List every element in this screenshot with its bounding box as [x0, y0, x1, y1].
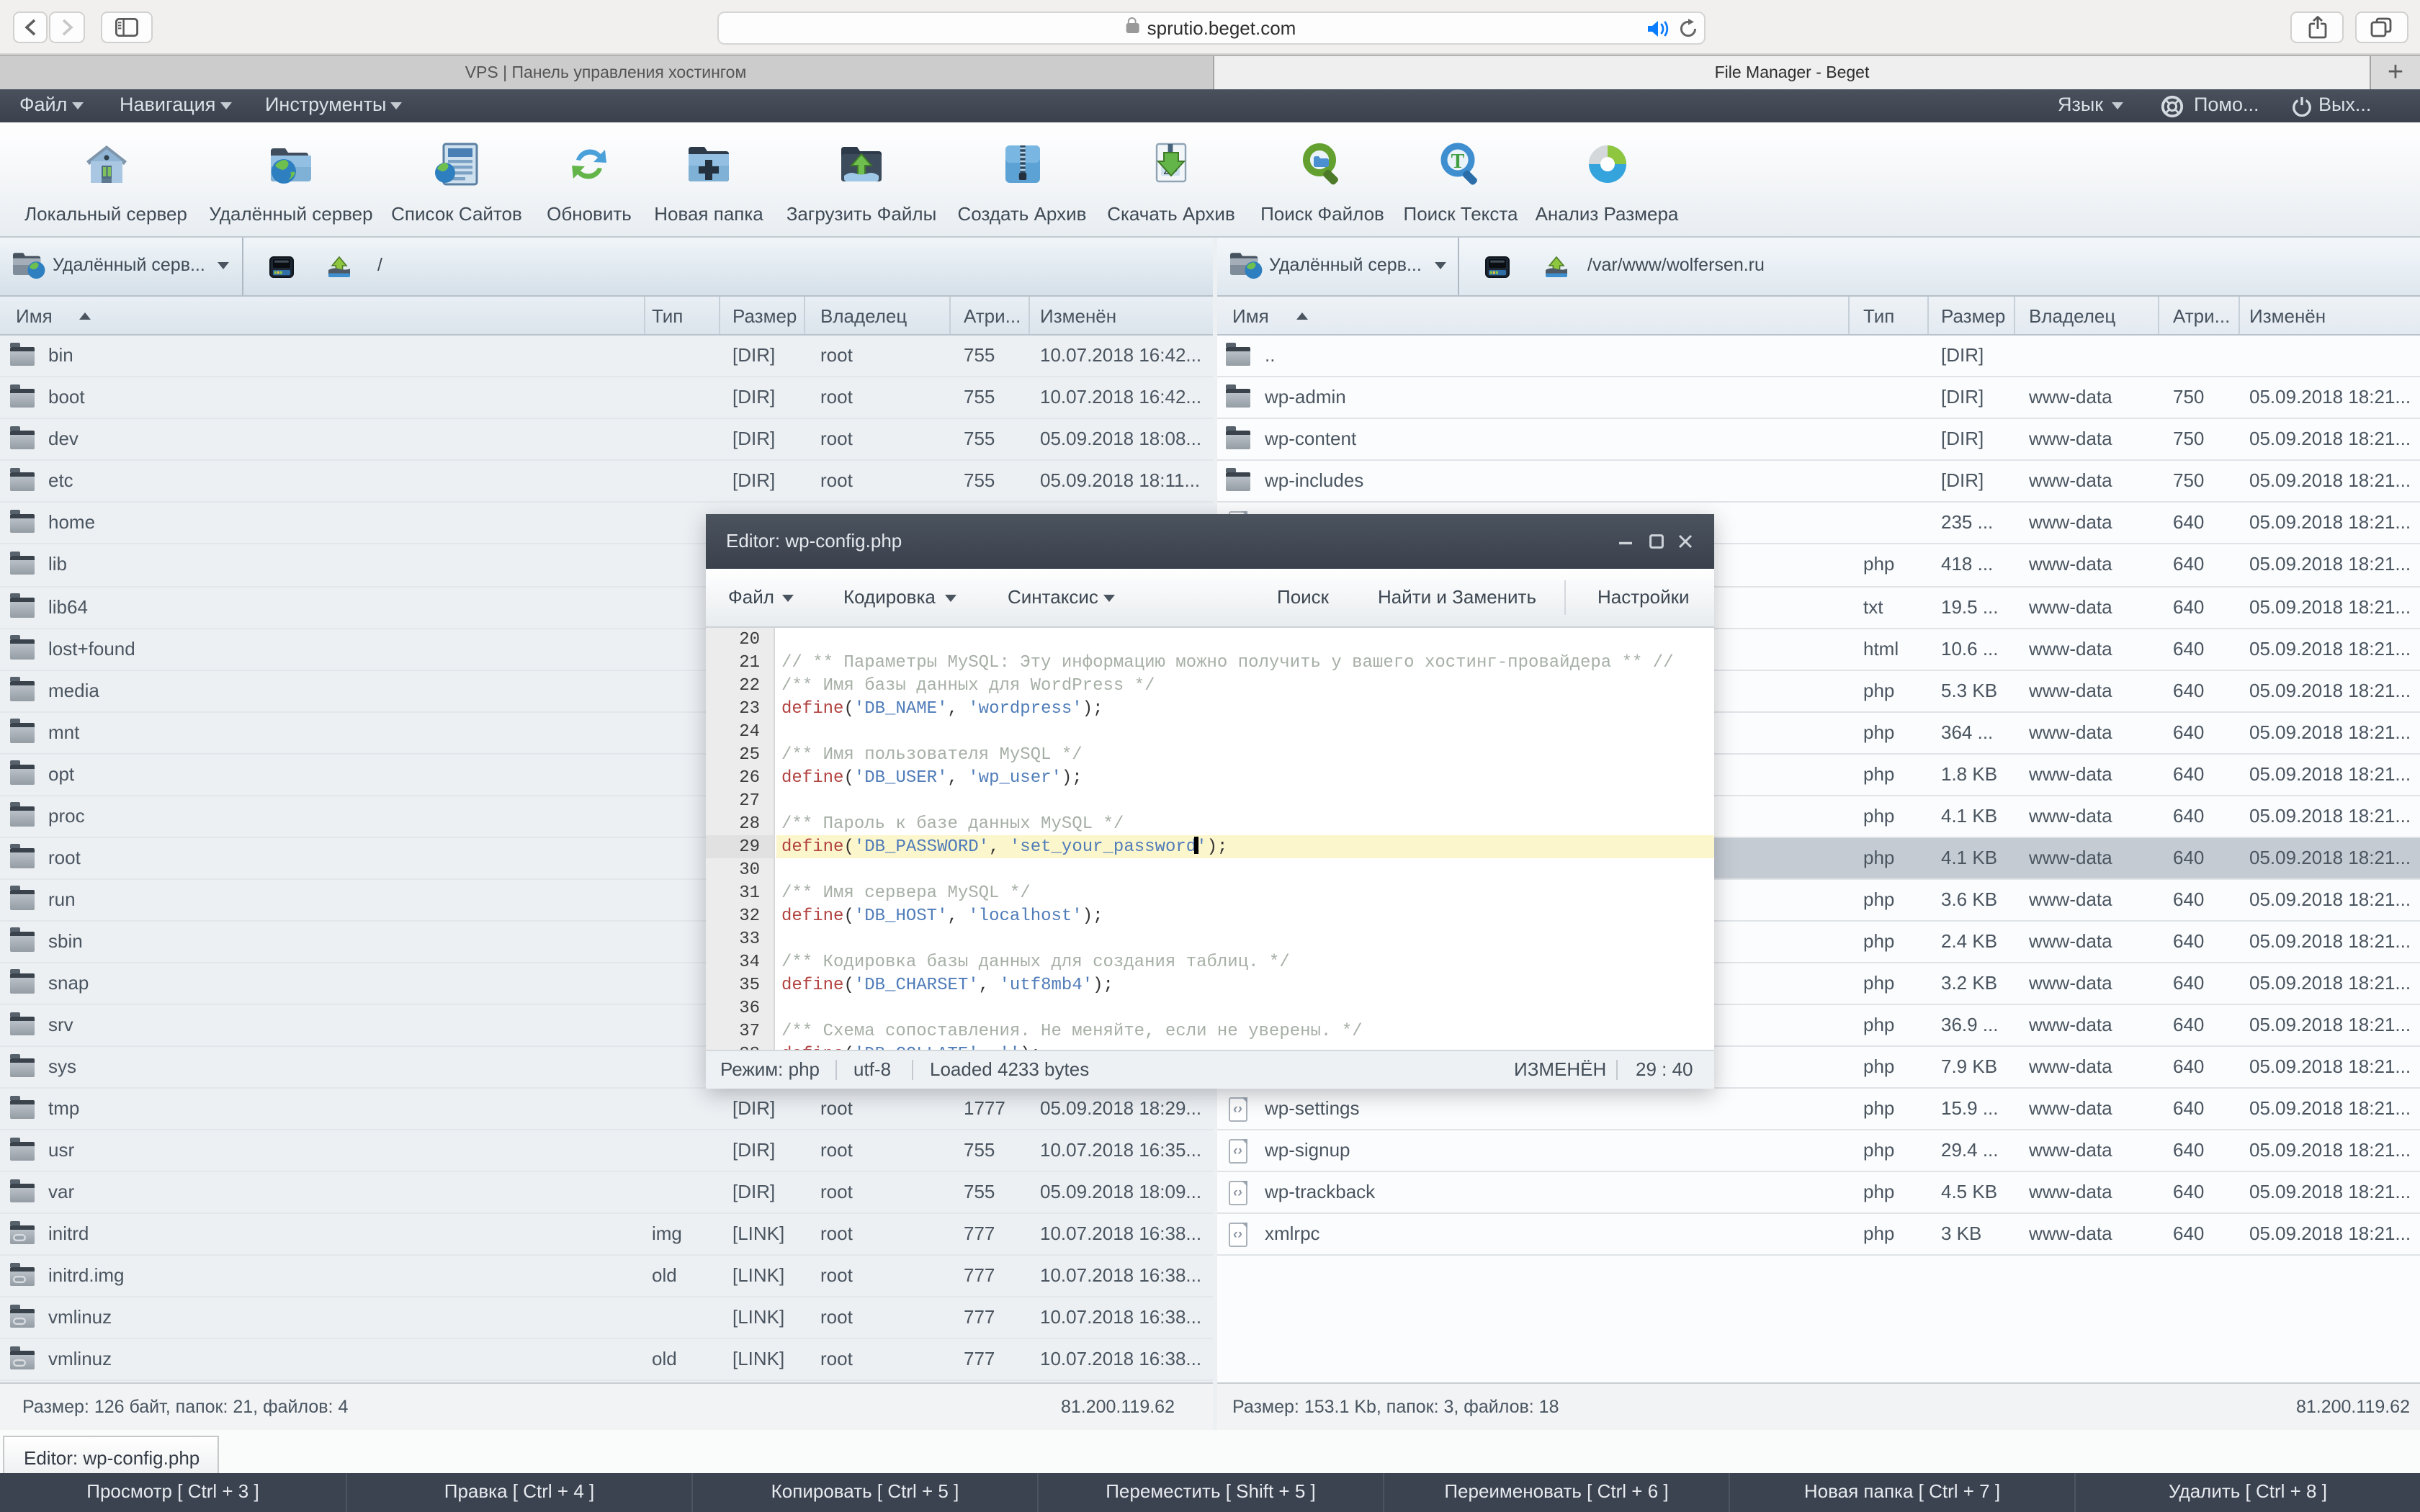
svg-text:T: T: [1451, 150, 1465, 173]
